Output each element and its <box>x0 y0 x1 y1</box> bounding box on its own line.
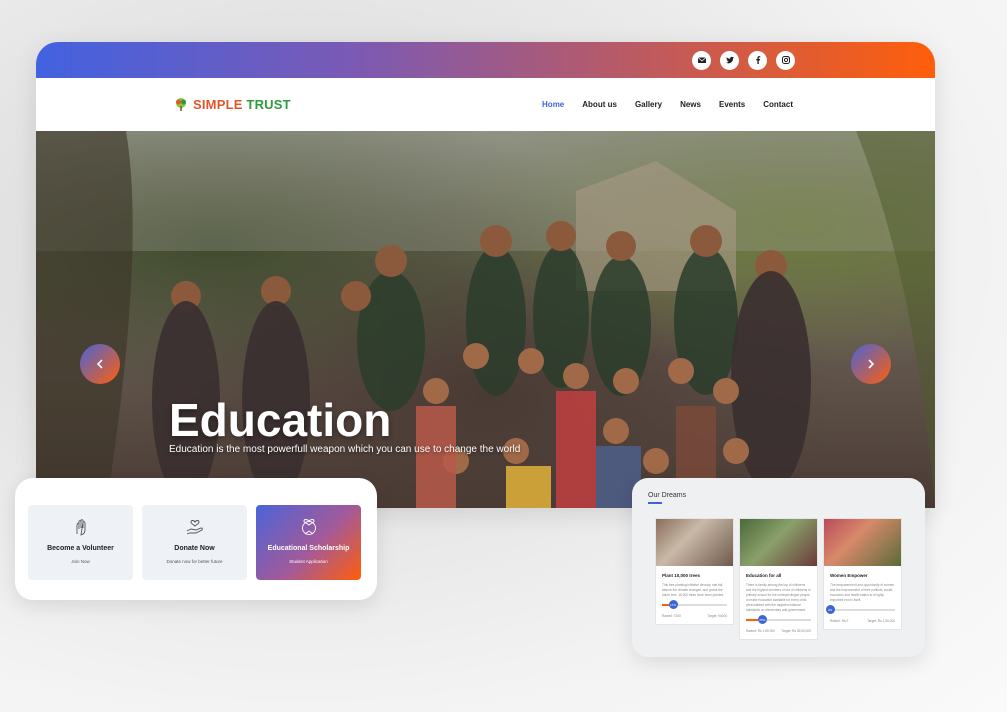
card-subtitle: Student Application <box>289 559 328 564</box>
section-title: Our Dreams <box>648 492 687 499</box>
nav-about-us[interactable]: About us <box>582 100 617 109</box>
website-preview: SIMPLE TRUST Home About us Gallery News … <box>36 42 935 508</box>
title-underline <box>648 502 662 504</box>
nav-contact[interactable]: Contact <box>763 100 793 109</box>
nav-events[interactable]: Events <box>719 100 745 109</box>
progress-badge: 25% <box>757 615 767 624</box>
twitter-icon[interactable] <box>720 50 739 70</box>
card-title: Become a Volunteer <box>47 545 114 552</box>
action-cards-panel: Become a Volunteer Join Now Donate Now D… <box>15 478 377 600</box>
card-subtitle: Donate now for better future <box>166 559 223 564</box>
facebook-icon[interactable] <box>748 50 767 70</box>
chevron-left-icon <box>96 359 103 369</box>
dream-card-women[interactable]: Women Empower The empowerment and opport… <box>823 518 902 630</box>
hand-heart-icon <box>76 519 85 536</box>
card-title: Educational Scholarship <box>267 545 350 552</box>
logo[interactable]: SIMPLE TRUST <box>173 97 291 113</box>
tree-logo-icon <box>176 97 186 111</box>
instagram-icon[interactable] <box>776 50 795 70</box>
raised-amount: Raised: Rs 0 <box>830 618 849 623</box>
progress-bar: 25% <box>746 615 811 624</box>
nav-gallery[interactable]: Gallery <box>635 100 662 109</box>
card-subtitle: Join Now <box>71 559 90 564</box>
navbar: SIMPLE TRUST Home About us Gallery News … <box>36 78 935 131</box>
slider-prev-button[interactable] <box>80 344 120 384</box>
dream-title: Women Empower <box>830 573 868 578</box>
dream-description: There is family among the top of childre… <box>746 583 811 612</box>
progress-bar: 0% <box>825 605 895 614</box>
target-amount: Target: Rs 35,00,000 <box>781 628 811 633</box>
scholarship-icon <box>301 519 316 535</box>
dream-description: This tree-planting initiative develop ra… <box>662 583 725 597</box>
nav-home[interactable]: Home <box>542 100 564 109</box>
dream-description: The empowerment and opportunity of women… <box>830 583 895 602</box>
target-amount: Target: 94000 <box>707 613 728 618</box>
donate-card[interactable]: Donate Now Donate now for better future <box>142 505 247 580</box>
top-bar <box>36 42 935 78</box>
volunteer-card[interactable]: Become a Volunteer Join Now <box>28 505 133 580</box>
dream-title: Education for all <box>746 573 782 578</box>
mail-icon[interactable] <box>692 50 711 70</box>
nav-news[interactable]: News <box>680 100 701 109</box>
dream-card-trees[interactable]: Plant 10,000 trees This tree-planting in… <box>655 518 734 625</box>
logo-text-trust: TRUST <box>246 97 291 112</box>
donate-hand-icon <box>186 520 203 535</box>
hero-slider: Education Education is the most powerful… <box>36 131 935 508</box>
progress-bar: 17% <box>662 600 727 609</box>
logo-text-simple: SIMPLE <box>193 97 243 112</box>
chevron-right-icon <box>868 359 875 369</box>
raised-amount: Raised: Rs 1,50,000 <box>746 628 775 633</box>
dream-image <box>824 519 901 566</box>
scholarship-card[interactable]: Educational Scholarship Student Applicat… <box>256 505 361 580</box>
raised-amount: Raised: 7200 <box>662 613 681 618</box>
dream-image <box>740 519 817 566</box>
slider-next-button[interactable] <box>851 344 891 384</box>
dream-card-education[interactable]: Education for all There is family among … <box>739 518 818 640</box>
dream-image <box>656 519 733 566</box>
hero-subtitle: Education is the most powerfull weapon w… <box>169 444 521 455</box>
target-amount: Target: Rs 1,50,000 <box>867 618 895 623</box>
progress-badge: 17% <box>668 600 678 609</box>
progress-badge: 0% <box>825 605 835 614</box>
dream-title: Plant 10,000 trees <box>662 573 701 578</box>
hero-title: Education <box>169 394 392 446</box>
our-dreams-panel: Our Dreams Plant 10,000 trees This tree-… <box>632 478 925 657</box>
main-menu: Home About us Gallery News Events Contac… <box>542 100 793 109</box>
card-title: Donate Now <box>174 545 215 552</box>
